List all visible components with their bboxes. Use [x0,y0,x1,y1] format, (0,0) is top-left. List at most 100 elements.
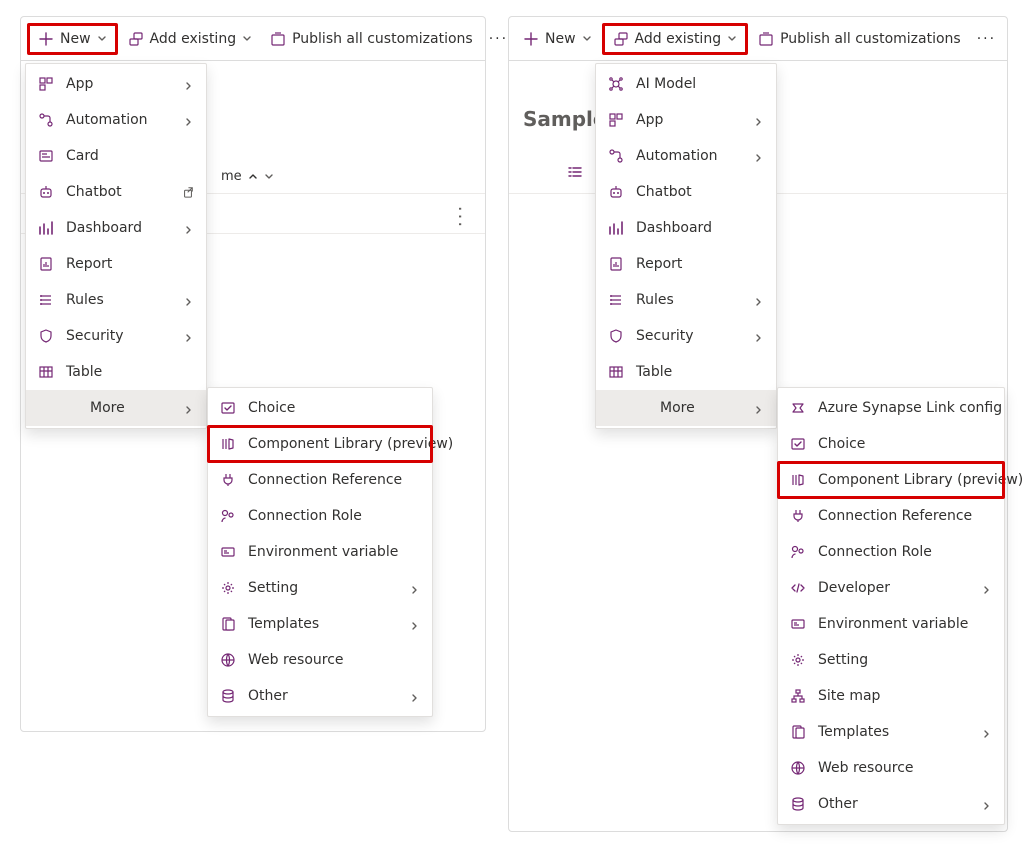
rules-icon [608,292,624,308]
menu-item-envvar[interactable]: Environment variable [778,606,1004,642]
command-bar: New Add existing Publish all customizati… [509,17,1007,61]
menu-item-table[interactable]: Table [26,354,206,390]
menu-item-aimodel[interactable]: AI Model [596,66,776,102]
menu-item-label: Rules [636,292,742,308]
menu-item-app[interactable]: App [26,66,206,102]
menu-item-report[interactable]: Report [596,246,776,282]
menu-item-label: More [660,400,742,416]
plus-icon [38,31,54,47]
menu-item-security[interactable]: Security [596,318,776,354]
menu-item-label: Environment variable [248,544,420,560]
menu-item-choice[interactable]: Choice [778,426,1004,462]
chevron-right-icon [754,115,764,125]
overflow-button[interactable]: ··· [971,23,1002,55]
menu-item-webresource[interactable]: Web resource [778,750,1004,786]
menu-item-connref[interactable]: Connection Reference [778,498,1004,534]
menu-item-complib[interactable]: Component Library (preview) [778,462,1004,498]
menu-item-automation[interactable]: Automation [26,102,206,138]
menu-item-app[interactable]: App [596,102,776,138]
chevron-right-icon [410,619,420,629]
menu-item-dashboard[interactable]: Dashboard [26,210,206,246]
menu-item-dashboard[interactable]: Dashboard [596,210,776,246]
card-icon [38,148,54,164]
menu-item-developer[interactable]: Developer [778,570,1004,606]
menu-item-connrole[interactable]: Connection Role [778,534,1004,570]
templates-icon [790,724,806,740]
menu-item-setting[interactable]: Setting [778,642,1004,678]
menu-item-table[interactable]: Table [596,354,776,390]
menu-item-security[interactable]: Security [26,318,206,354]
menu-item-webresource[interactable]: Web resource [208,642,432,678]
menu-item-label: Web resource [818,760,992,776]
menu-item-label: Site map [818,688,992,704]
menu-item-more[interactable]: More [596,390,776,426]
webresource-icon [220,652,236,668]
command-bar: New Add existing Publish all customizati… [21,17,485,61]
chevron-right-icon [982,727,992,737]
app-icon [38,76,54,92]
menu-item-label: Choice [818,436,992,452]
chevron-right-icon [184,115,194,125]
menu-item-label: Connection Reference [818,508,992,524]
menu-item-other[interactable]: Other [208,678,432,714]
automation-icon [38,112,54,128]
new-button[interactable]: New [27,23,118,55]
add-existing-icon [613,31,629,47]
menu-item-templates[interactable]: Templates [208,606,432,642]
menu-item-chatbot[interactable]: Chatbot [596,174,776,210]
menu-item-other[interactable]: Other [778,786,1004,822]
menu-item-card[interactable]: Card [26,138,206,174]
menu-item-choice[interactable]: Choice [208,390,432,426]
chevron-right-icon [754,151,764,161]
menu-item-report[interactable]: Report [26,246,206,282]
envvar-icon [790,616,806,632]
menu-item-more[interactable]: More [26,390,206,426]
menu-item-complib[interactable]: Component Library (preview) [208,426,432,462]
aimodel-icon [608,76,624,92]
menu-item-sitemap[interactable]: Site map [778,678,1004,714]
external-link-icon [182,186,194,198]
add-existing-button[interactable]: Add existing [602,23,749,55]
menu-item-automation[interactable]: Automation [596,138,776,174]
list-view-icon[interactable] [567,165,583,185]
menu-item-label: Other [248,688,398,704]
new-button[interactable]: New [515,23,600,55]
menu-item-label: Automation [66,112,172,128]
menu-item-label: Templates [818,724,970,740]
publish-label: Publish all customizations [780,31,961,47]
menu-item-connrole[interactable]: Connection Role [208,498,432,534]
publish-button[interactable]: Publish all customizations [262,23,481,55]
row-overflow-icon[interactable]: ··· [449,206,470,229]
menu-item-synapse[interactable]: Azure Synapse Link config [778,390,1004,426]
connrole-icon [220,508,236,524]
right-panel: New Add existing Publish all customizati… [508,16,1008,832]
menu-item-label: Automation [636,148,742,164]
menu-item-chatbot[interactable]: Chatbot [26,174,206,210]
menu-item-label: Security [66,328,172,344]
choice-icon [790,436,806,452]
menu-item-setting[interactable]: Setting [208,570,432,606]
new-label: New [545,31,576,47]
chevron-down-icon [97,34,107,44]
report-icon [38,256,54,272]
menu-item-connref[interactable]: Connection Reference [208,462,432,498]
chevron-down-icon [242,34,252,44]
new-dropdown-menu: App Automation CardChatbotDashboardReportR… [25,63,207,429]
add-existing-button[interactable]: Add existing [120,23,261,55]
chevron-right-icon [754,331,764,341]
security-icon [608,328,624,344]
chevron-up-icon [248,172,258,182]
column-header-name[interactable]: me [221,169,274,184]
add-existing-label: Add existing [150,31,237,47]
more-submenu: Azure Synapse Link config Choice Component… [777,387,1005,825]
publish-button[interactable]: Publish all customizations [750,23,969,55]
more-submenu: ChoiceComponent Library (preview)Connect… [207,387,433,717]
security-icon [38,328,54,344]
webresource-icon [790,760,806,776]
menu-item-label: Report [636,256,764,272]
menu-item-envvar[interactable]: Environment variable [208,534,432,570]
menu-item-rules[interactable]: Rules [596,282,776,318]
menu-item-rules[interactable]: Rules [26,282,206,318]
menu-item-label: Templates [248,616,398,632]
menu-item-templates[interactable]: Templates [778,714,1004,750]
